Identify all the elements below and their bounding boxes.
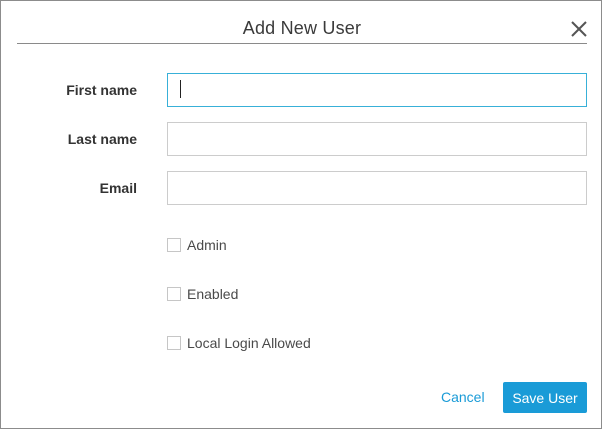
- admin-label: Admin: [187, 237, 227, 253]
- save-user-button[interactable]: Save User: [503, 382, 587, 413]
- enabled-label: Enabled: [187, 286, 239, 302]
- first-name-input[interactable]: [167, 73, 587, 107]
- add-user-dialog: Add New User First name Last name Email …: [0, 0, 602, 429]
- first-name-label: First name: [66, 82, 137, 98]
- local-login-option[interactable]: Local Login Allowed: [167, 334, 311, 352]
- email-label: Email: [99, 180, 137, 196]
- dialog-header: Add New User: [17, 1, 587, 44]
- close-button[interactable]: [567, 17, 591, 41]
- local-login-label: Local Login Allowed: [187, 335, 311, 351]
- admin-checkbox[interactable]: [167, 238, 181, 252]
- enabled-option[interactable]: Enabled: [167, 285, 238, 303]
- last-name-input[interactable]: [167, 122, 587, 156]
- enabled-checkbox[interactable]: [167, 287, 181, 301]
- admin-option[interactable]: Admin: [167, 236, 227, 254]
- dialog-title: Add New User: [242, 18, 362, 38]
- email-input[interactable]: [167, 171, 587, 205]
- text-caret: [180, 80, 181, 98]
- close-icon: [571, 21, 587, 37]
- local-login-checkbox[interactable]: [167, 336, 181, 350]
- last-name-label: Last name: [67, 131, 137, 147]
- cancel-button[interactable]: Cancel: [441, 389, 485, 405]
